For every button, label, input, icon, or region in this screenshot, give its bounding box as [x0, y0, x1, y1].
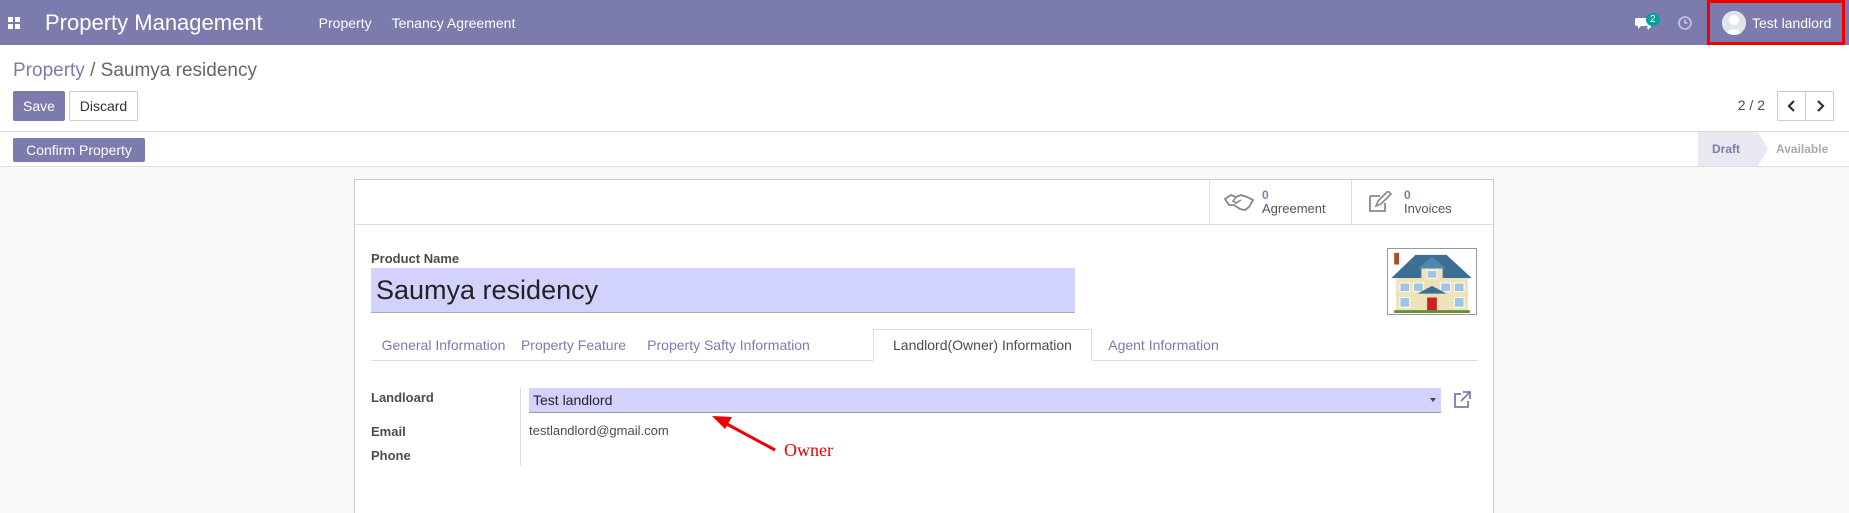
- breadcrumb-separator: /: [90, 60, 96, 81]
- pager-value: 2 / 2: [1737, 97, 1765, 113]
- landlord-select[interactable]: Test landlord: [529, 388, 1441, 413]
- stage-draft[interactable]: Draft: [1698, 132, 1758, 166]
- email-label: Email: [371, 424, 406, 439]
- edit-icon: [1369, 191, 1393, 212]
- invoices-count: 0: [1404, 188, 1411, 202]
- product-name-label: Product Name: [371, 251, 460, 266]
- user-name: Test landlord: [1752, 14, 1832, 31]
- control-panel: Property / Saumya residency Save Discard…: [0, 45, 1849, 132]
- agreement-label: Agreement: [1262, 201, 1326, 216]
- caret-down-icon: [1430, 398, 1436, 402]
- label-divider: [520, 388, 521, 466]
- avatar: [1722, 10, 1746, 35]
- house-icon: [1391, 252, 1472, 314]
- navbar-systray: 2 Test landlord: [1635, 0, 1849, 45]
- email-value: testlandlord@gmail.com: [529, 423, 669, 438]
- invoices-smart-button[interactable]: 0 Invoices: [1351, 180, 1493, 224]
- agreement-count: 0: [1262, 188, 1269, 202]
- menu-property[interactable]: Property: [319, 15, 372, 31]
- agreement-smart-button[interactable]: 0 Agreement: [1209, 180, 1351, 224]
- breadcrumb-parent[interactable]: Property: [13, 60, 85, 81]
- landlord-value: Test landlord: [533, 392, 613, 408]
- form-sheet: 0 Agreement 0 Invoices Product Name Saum…: [354, 179, 1494, 513]
- pager-previous-button[interactable]: [1777, 91, 1806, 121]
- breadcrumb-current: Saumya residency: [100, 60, 257, 81]
- apps-icon[interactable]: [8, 16, 20, 29]
- stage-arrow: [1758, 132, 1768, 166]
- landlord-label: Landloard: [371, 390, 434, 405]
- status-bar: Confirm Property Draft Available: [0, 132, 1849, 167]
- tab-agent-information[interactable]: Agent Information: [1092, 329, 1235, 361]
- chevron-right-icon: [1816, 100, 1825, 112]
- property-image[interactable]: [1387, 248, 1477, 315]
- phone-label: Phone: [371, 448, 411, 463]
- app-title[interactable]: Property Management: [45, 10, 263, 36]
- breadcrumb: Property / Saumya residency: [13, 60, 257, 82]
- external-link-icon[interactable]: [1452, 390, 1472, 410]
- confirm-property-button[interactable]: Confirm Property: [13, 138, 145, 162]
- form-tabs: General Information Property Feature Pro…: [371, 329, 1478, 361]
- tab-property-safty-information[interactable]: Property Safty Information: [631, 329, 826, 361]
- tab-general-information[interactable]: General Information: [371, 329, 516, 361]
- pager-next-button[interactable]: [1805, 91, 1834, 121]
- stage-available[interactable]: Available: [1776, 132, 1849, 166]
- handshake-icon: [1224, 193, 1254, 211]
- top-navbar: Property Management Property Tenancy Agr…: [0, 0, 1849, 45]
- annotation-owner-label: Owner: [784, 440, 833, 460]
- save-button[interactable]: Save: [13, 91, 65, 121]
- menu-tenancy-agreement[interactable]: Tenancy Agreement: [392, 15, 516, 31]
- user-menu[interactable]: Test landlord: [1707, 0, 1845, 45]
- chat-count-badge: 2: [1646, 12, 1660, 26]
- clock-icon[interactable]: [1677, 15, 1693, 31]
- tab-landlord-owner-information[interactable]: Landlord(Owner) Information: [873, 329, 1092, 361]
- chevron-left-icon: [1786, 100, 1795, 112]
- product-name-input[interactable]: Saumya residency: [371, 268, 1075, 313]
- invoices-label: Invoices: [1404, 201, 1452, 216]
- smart-button-box: 0 Agreement 0 Invoices: [355, 180, 1493, 225]
- chat-icon[interactable]: 2: [1635, 12, 1660, 33]
- discard-button[interactable]: Discard: [69, 91, 138, 121]
- tab-property-feature[interactable]: Property Feature: [516, 329, 631, 361]
